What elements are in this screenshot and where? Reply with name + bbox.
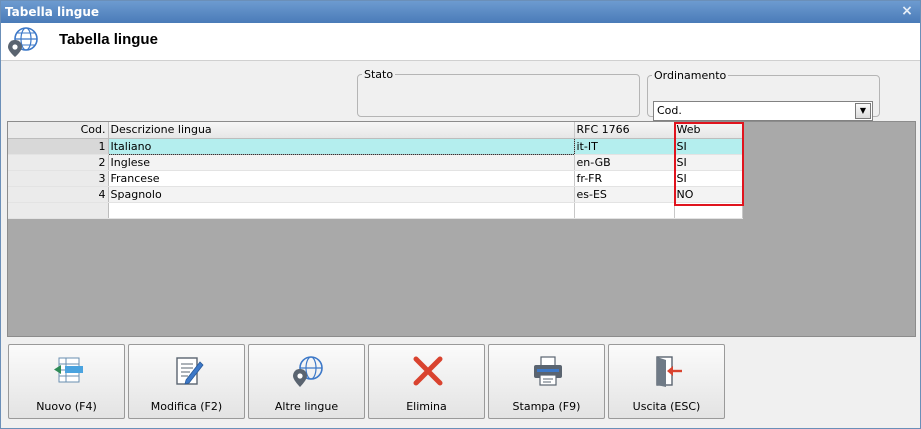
table-row[interactable]: 3 Francese fr-FR SI	[8, 170, 743, 187]
row-rfc-empty[interactable]	[574, 202, 675, 219]
languages-grid: Cod. Descrizione lingua RFC 1766 Web 1 I…	[7, 121, 916, 337]
altre-lingue-label: Altre lingue	[274, 400, 339, 413]
column-header-rfc[interactable]: RFC 1766	[574, 122, 675, 139]
row-rfc[interactable]: it-IT	[574, 138, 675, 155]
stampa-button[interactable]: Stampa (F9)	[488, 344, 605, 419]
elimina-button[interactable]: Elimina	[368, 344, 485, 419]
main-window: Tabella lingue × Tabella lingue Stato Or…	[0, 0, 921, 429]
row-rfc[interactable]: fr-FR	[574, 170, 675, 187]
column-header-descrizione[interactable]: Descrizione lingua	[108, 122, 575, 139]
row-descrizione[interactable]: Italiano	[107, 137, 575, 155]
row-descrizione[interactable]: Francese	[108, 170, 575, 187]
row-cod[interactable]: 2	[8, 154, 109, 171]
title-bar: Tabella lingue ×	[1, 1, 920, 23]
row-web[interactable]: SI	[674, 138, 743, 155]
ordinamento-legend: Ordinamento	[654, 69, 727, 82]
column-header-cod[interactable]: Cod.	[8, 122, 109, 139]
elimina-label: Elimina	[406, 400, 447, 413]
row-cod-empty[interactable]	[8, 202, 109, 219]
row-web-empty[interactable]	[674, 202, 743, 219]
ordinamento-group: Ordinamento Cod. ▼	[647, 69, 880, 121]
ordinamento-select[interactable]: Cod. ▼	[653, 101, 873, 121]
row-cod[interactable]: 1	[8, 138, 109, 155]
globe-pin-icon	[293, 356, 323, 387]
printer-icon	[534, 356, 562, 386]
languages-table: Cod. Descrizione lingua RFC 1766 Web 1 I…	[8, 122, 743, 219]
stato-group: Stato	[357, 68, 640, 117]
row-web[interactable]: SI	[674, 154, 743, 171]
row-descrizione[interactable]: Spagnolo	[108, 186, 575, 203]
stato-legend: Stato	[364, 68, 394, 81]
row-web[interactable]: SI	[674, 170, 743, 187]
ordinamento-selected-value: Cod.	[657, 104, 682, 117]
table-header-row: Cod. Descrizione lingua RFC 1766 Web	[8, 122, 743, 139]
modifica-label: Modifica (F2)	[150, 400, 223, 413]
uscita-label: Uscita (ESC)	[632, 400, 701, 413]
nuovo-button[interactable]: Nuovo (F4)	[8, 344, 125, 419]
chevron-down-icon[interactable]: ▼	[855, 103, 871, 119]
row-descrizione-empty[interactable]	[108, 202, 575, 219]
row-rfc[interactable]: es-ES	[574, 186, 675, 203]
exit-door-icon	[656, 356, 682, 387]
add-row-icon	[54, 357, 83, 383]
table-row[interactable]: 1 Italiano it-IT SI	[8, 137, 743, 155]
delete-x-icon	[413, 356, 443, 386]
globe-pin-icon	[8, 27, 38, 57]
nuovo-label: Nuovo (F4)	[36, 400, 97, 413]
column-header-web[interactable]: Web	[674, 122, 743, 139]
page-title: Tabella lingue	[59, 31, 158, 48]
row-descrizione[interactable]: Inglese	[108, 154, 575, 171]
row-cod[interactable]: 3	[8, 170, 109, 187]
table-row[interactable]: 2 Inglese en-GB SI	[8, 154, 743, 171]
page-header: Tabella lingue	[1, 23, 920, 61]
row-web[interactable]: NO	[674, 186, 743, 203]
close-icon[interactable]: ×	[900, 1, 914, 23]
uscita-button[interactable]: Uscita (ESC)	[608, 344, 725, 419]
modifica-button[interactable]: Modifica (F2)	[128, 344, 245, 419]
window-title: Tabella lingue	[5, 5, 100, 19]
stampa-label: Stampa (F9)	[512, 400, 581, 413]
row-cod[interactable]: 4	[8, 186, 109, 203]
altre-lingue-button[interactable]: Altre lingue	[248, 344, 365, 419]
table-row[interactable]: 4 Spagnolo es-ES NO	[8, 186, 743, 203]
edit-document-icon	[176, 357, 204, 385]
table-new-row[interactable]	[8, 202, 743, 219]
row-rfc[interactable]: en-GB	[574, 154, 675, 171]
